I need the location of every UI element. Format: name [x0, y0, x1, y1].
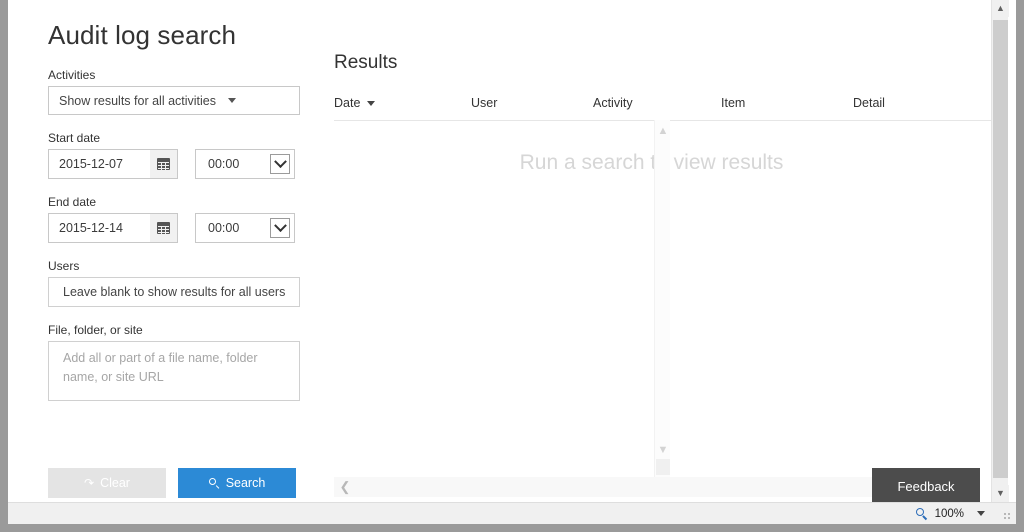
feedback-button-label: Feedback [897, 479, 954, 494]
end-time-value: 00:00 [208, 221, 239, 235]
window-bottom-border [0, 524, 1024, 532]
calendar-icon [157, 158, 170, 170]
column-header-detail-label: Detail [853, 96, 885, 110]
results-scrollbar-thumb[interactable] [656, 459, 670, 475]
column-header-item[interactable]: Item [721, 96, 853, 110]
end-date-input[interactable]: 2015-12-14 [48, 213, 150, 243]
page-content: Audit log search Activities Show results… [8, 0, 1016, 502]
audit-log-search-window: Audit log search Activities Show results… [0, 0, 1024, 532]
zoom-dropdown-caret-icon[interactable] [977, 511, 985, 516]
start-date-input[interactable]: 2015-12-07 [48, 149, 150, 179]
window-right-border [1016, 0, 1024, 524]
status-bar: 100% [8, 502, 1016, 524]
scroll-up-arrow-icon[interactable]: ▲ [992, 0, 1009, 17]
column-header-user-label: User [471, 96, 497, 110]
column-header-date-label: Date [334, 96, 360, 110]
search-button-label: Search [226, 476, 266, 490]
end-time-dropdown[interactable]: 00:00 [195, 213, 295, 243]
browser-scrollbar-thumb[interactable] [993, 20, 1008, 478]
search-button[interactable]: Search [178, 468, 296, 498]
scroll-up-icon[interactable]: ▲ [655, 124, 671, 138]
field-file-folder-site: File, folder, or site Add all or part of… [40, 323, 330, 401]
browser-vertical-scrollbar[interactable]: ▲ ▼ [991, 0, 1008, 502]
file-folder-site-label: File, folder, or site [48, 323, 330, 337]
column-header-activity[interactable]: Activity [593, 96, 721, 110]
activities-selected-value: Show results for all activities [59, 94, 216, 108]
column-header-activity-label: Activity [593, 96, 633, 110]
end-date-calendar-button[interactable] [150, 213, 178, 243]
scroll-down-arrow-icon[interactable]: ▼ [992, 485, 1009, 502]
start-date-label: Start date [48, 131, 330, 145]
file-folder-site-input[interactable]: Add all or part of a file name, folder n… [48, 341, 300, 401]
users-label: Users [48, 259, 330, 273]
chevron-down-icon [270, 218, 290, 238]
field-start-date: Start date 2015-12-07 00:00 [40, 131, 330, 179]
column-header-user[interactable]: User [471, 96, 593, 110]
calendar-icon [157, 222, 170, 234]
chevron-down-icon [270, 154, 290, 174]
end-date-row: 2015-12-14 00:00 [48, 213, 330, 243]
column-header-date[interactable]: Date [334, 96, 471, 110]
activities-label: Activities [48, 68, 330, 82]
start-date-calendar-button[interactable] [150, 149, 178, 179]
clear-button-label: Clear [100, 476, 130, 490]
results-vertical-scrollbar[interactable]: ▲ ▼ [654, 120, 670, 477]
window-resize-grip[interactable] [1000, 509, 1010, 519]
start-date-row: 2015-12-07 00:00 [48, 149, 330, 179]
results-table-header: Date User Activity Item Detail [334, 96, 999, 121]
results-empty-message: Run a search to view results [334, 151, 969, 175]
start-time-dropdown[interactable]: 00:00 [195, 149, 295, 179]
search-form-panel: Audit log search Activities Show results… [40, 0, 330, 401]
zoom-level-value: 100% [935, 508, 964, 520]
sort-descending-icon [367, 101, 375, 106]
feedback-button[interactable]: Feedback [872, 468, 980, 502]
search-icon [209, 478, 220, 489]
zoom-magnifier-icon[interactable] [916, 508, 928, 520]
results-title: Results [334, 50, 999, 76]
field-users: Users Leave blank to show results for al… [40, 259, 330, 307]
scroll-left-icon[interactable]: ❮ [334, 477, 356, 497]
field-end-date: End date 2015-12-14 00:00 [40, 195, 330, 243]
undo-arrow-icon: ↶ [84, 477, 94, 489]
page-title: Audit log search [48, 18, 330, 52]
field-activities: Activities Show results for all activiti… [40, 68, 330, 115]
end-date-label: End date [48, 195, 330, 209]
window-left-border [0, 0, 8, 524]
column-header-item-label: Item [721, 96, 745, 110]
chevron-down-icon [228, 98, 236, 103]
users-input[interactable]: Leave blank to show results for all user… [48, 277, 300, 307]
scroll-down-icon[interactable]: ▼ [655, 443, 671, 457]
activities-dropdown[interactable]: Show results for all activities [48, 86, 300, 115]
column-header-detail[interactable]: Detail [853, 96, 973, 110]
start-time-value: 00:00 [208, 157, 239, 171]
clear-button[interactable]: ↶ Clear [48, 468, 166, 498]
form-actions: ↶ Clear Search [48, 468, 296, 498]
